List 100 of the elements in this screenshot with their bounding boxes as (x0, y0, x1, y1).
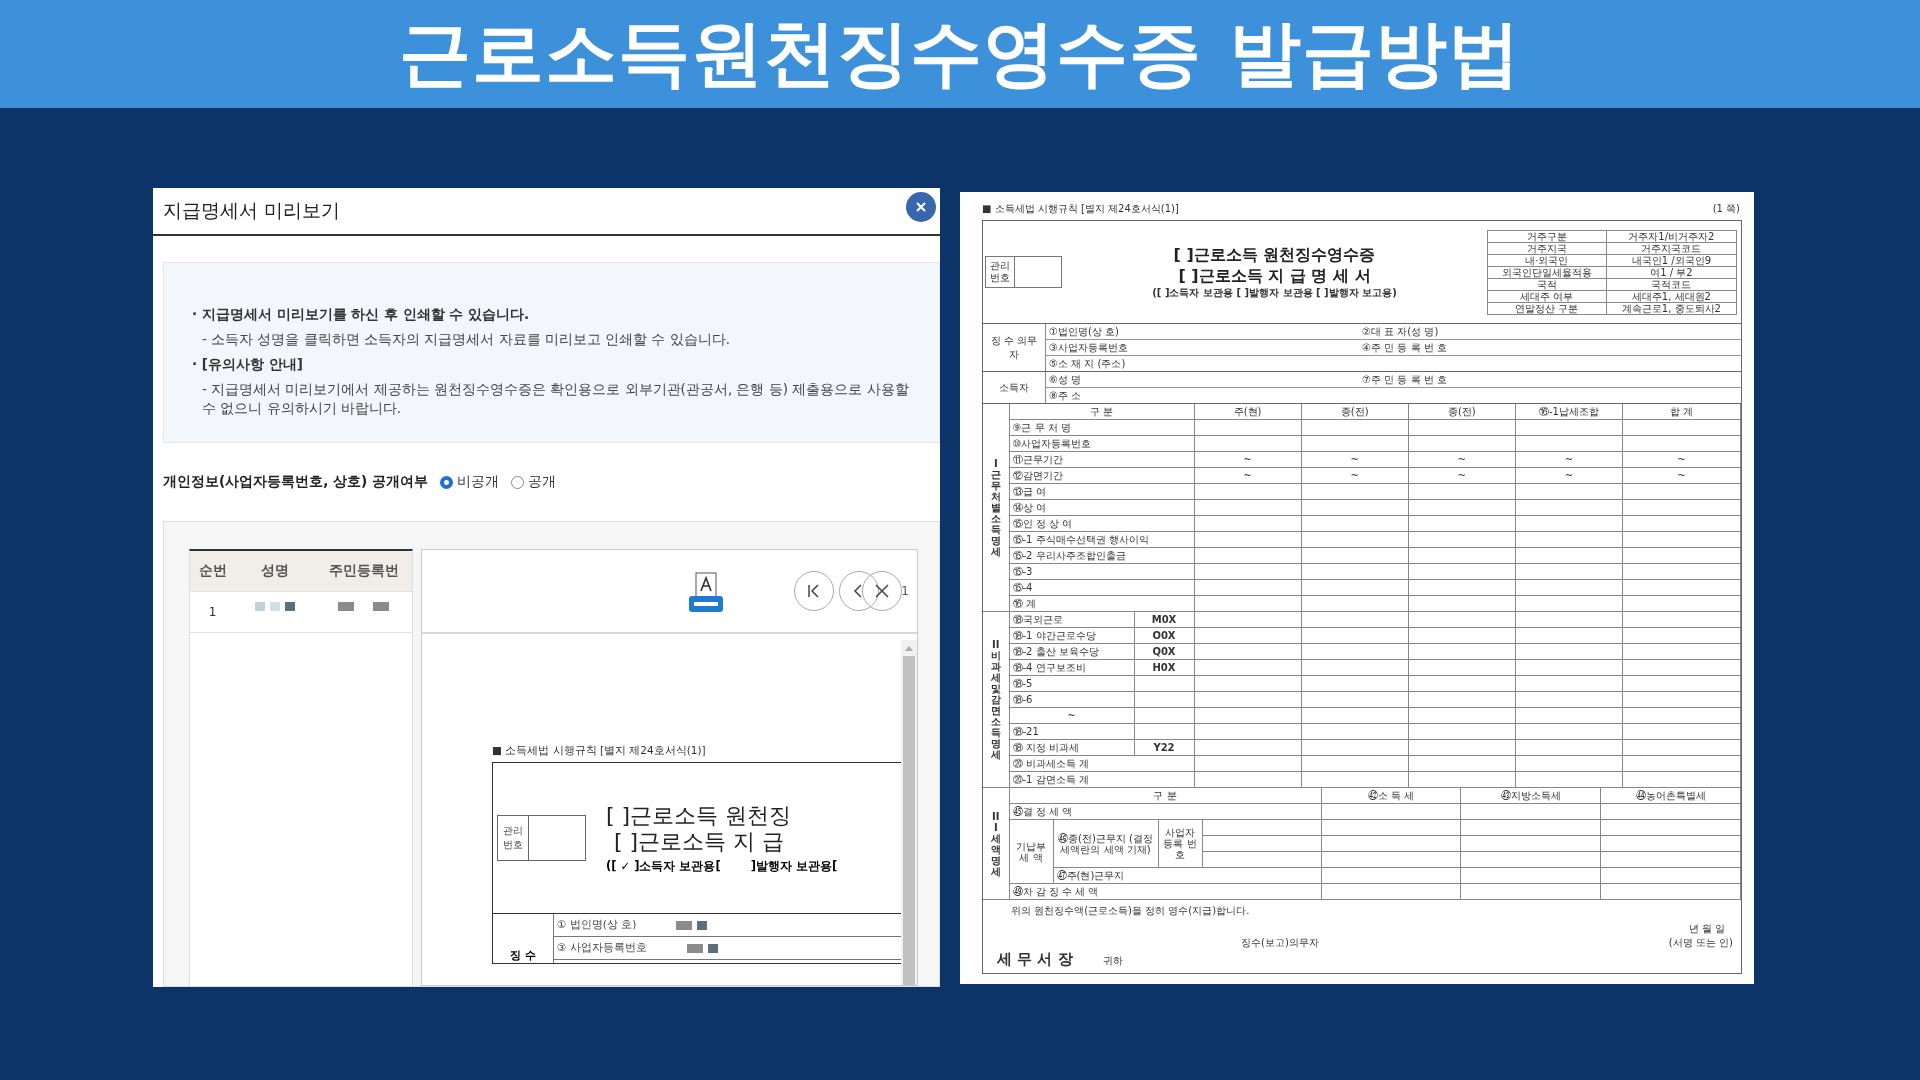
close-icon (915, 201, 927, 213)
column-header: 구 분 (1089, 406, 1114, 417)
residency-value: 국적코드 (1606, 278, 1737, 290)
residency-value: 거주자1/비거주자2 (1606, 230, 1737, 242)
payer-label: 징수(보고)의무자 (1241, 936, 1319, 950)
section-label: I 근무처별소득명세 (990, 458, 1001, 557)
row-label: ⑩사업자등록번호 (1012, 438, 1092, 449)
row-label: 사업자 등록 번호 (1163, 827, 1197, 860)
scroll-thumb[interactable] (903, 656, 915, 985)
row-label: ㊻종(전)근무지 (결정세액란의 세액 기재) (1058, 832, 1153, 855)
table-cell: ~ (1350, 454, 1359, 465)
page-title: 근로소득원천징수영수증 발급방법 (399, 10, 1521, 97)
column-header: 주(현) (1233, 406, 1262, 417)
radio-label: 공개 (527, 473, 556, 491)
row-label: ⑱-2 출산 보육수당 (1012, 646, 1099, 657)
radio-button[interactable] (439, 475, 453, 489)
notice-text: - 소득자 성명을 클릭하면 소득자의 지급명세서 자료를 미리보고 인쇄할 수 있습니다. (201, 330, 732, 349)
table-cell: ~ (1457, 470, 1466, 481)
page-number: 1 (901, 584, 909, 598)
field-label: ⑥성 명 (1048, 372, 1083, 387)
column-header: 순번 (197, 561, 228, 580)
radio-label: 비공개 (456, 473, 499, 491)
field-label: ⑧주 소 (1048, 388, 1083, 403)
section-label: II 비과세및감면소득명세 (990, 639, 1001, 760)
radio-option[interactable]: 비공개 (439, 473, 499, 491)
code-label: Q0X (1152, 646, 1176, 657)
field-label: ③사업자등록번호 (1048, 340, 1129, 355)
tax-office-label: 세 무 서 장 (997, 950, 1073, 969)
residency-value: 계속근로1, 중도퇴사2 (1606, 302, 1737, 314)
row-label: ⑱-1 야간근로수당 (1012, 630, 1096, 641)
radio-option[interactable]: 공개 (510, 473, 556, 491)
honorific-label: 귀하 (1102, 954, 1123, 968)
row-label: ⑱-5 (1012, 678, 1033, 689)
date-label: 년 월 일 (1688, 923, 1725, 934)
table-cell: ~ (1564, 470, 1574, 481)
column-header: 성명 (260, 561, 290, 580)
close-button[interactable] (906, 192, 936, 222)
dialog-title: 지급명세서 미리보기 (163, 198, 341, 223)
field-label: ① 법인명(상 호) (557, 918, 637, 932)
column-header: 종(전) (1340, 406, 1369, 417)
residency-label: 연말정산 구분 (1487, 302, 1607, 314)
table-cell: ~ (1677, 454, 1686, 465)
residency-value: 거주지국코드 (1606, 242, 1737, 254)
field-label: ⑦주 민 등 록 번 호 (1361, 372, 1448, 387)
code-label: O0X (1152, 630, 1176, 641)
code-label: M0X (1151, 614, 1177, 625)
row-label: ⑬급 여 (1012, 486, 1046, 497)
form-label: ■ 소득세법 시행규칙 [별지 제24호서식(1)] (982, 202, 1179, 216)
row-label: ⑪근무기간 (1012, 454, 1063, 465)
residency-value: 여1 / 부2 (1606, 266, 1737, 278)
form-title: [ ]근로소득 지 급 (613, 828, 786, 855)
column-header: ㊸지방소득세 (1500, 790, 1561, 801)
notice-heading: · [유의사항 안내] (192, 355, 304, 374)
confirmation-text: 위의 원천징수액(근로소득)을 정히 영수(지급)합니다. (1011, 904, 1251, 918)
management-label: 관리 번호 (985, 256, 1015, 288)
row-label: ⑮인 정 상 여 (1012, 518, 1073, 529)
residency-label: 거주지국 (1487, 242, 1607, 254)
row-label: ⑱국외근로 (1012, 614, 1063, 625)
residency-label: 내·외국인 (1487, 254, 1607, 266)
column-header: 종(전) (1447, 406, 1476, 417)
residency-label: 거주구분 (1487, 230, 1607, 242)
row-label: ㊾차 감 징 수 세 액 (1012, 886, 1099, 897)
field-label: ④주 민 등 록 번 호 (1361, 340, 1448, 355)
row-label: ㊼주(현)근무지 (1056, 870, 1125, 881)
table-cell: ~ (1350, 470, 1359, 481)
row-label: ⑮-1 주식매수선택권 행사이익 (1012, 534, 1149, 545)
code-label: Y22 (1153, 742, 1175, 753)
row-label: 기납부 세 액 (1016, 840, 1046, 863)
form-title: [ ]근로소득 원천징 (606, 802, 793, 829)
row-label: ⑭상 여 (1012, 502, 1046, 513)
redacted-text (338, 602, 389, 612)
residency-label: 국적 (1487, 278, 1607, 290)
close-icon (874, 583, 891, 599)
column-header: ㊹농어촌특별세 (1635, 790, 1706, 801)
row-label: ⑳-1 감면소득 계 (1012, 774, 1089, 785)
row-label: ⑱-4 연구보조비 (1012, 662, 1086, 673)
field-label: ③ 사업자등록번호 (557, 941, 647, 955)
redacted-text (255, 602, 295, 612)
residency-label: 세대주 여부 (1487, 290, 1607, 302)
row-label: ⑫감면기간 (1012, 470, 1063, 481)
radio-button[interactable] (510, 475, 524, 489)
notice-heading: · 지급명세서 미리보기를 하신 후 인쇄할 수 있습니다. (192, 305, 531, 324)
page-label: (1 쪽) (1712, 202, 1740, 216)
print-icon[interactable] (688, 572, 725, 614)
table-cell: ~ (1243, 470, 1252, 481)
table-cell: ~ (1564, 454, 1574, 465)
column-header: 구 분 (1153, 790, 1177, 801)
form-label: ■ 소득세법 시행규칙 [별지 제24호서식(1)] (492, 744, 707, 758)
row-label: ⑱-21 (1012, 726, 1039, 737)
section-label: III 세액명세 (990, 810, 1001, 877)
residency-label: 외국인단일세율적용 (1487, 266, 1607, 278)
management-field (529, 815, 586, 861)
signature-label: (서명 또는 인) (1668, 936, 1733, 950)
row-label: ⑮-3 (1012, 566, 1033, 577)
scrollbar[interactable] (901, 640, 917, 985)
row-label: ⑳ 비과세소득 계 (1012, 758, 1089, 769)
row-label: ⑱ 지정 비과세 (1012, 742, 1079, 753)
row-label: ⑮-4 (1012, 582, 1033, 593)
scroll-up-icon[interactable] (905, 645, 913, 651)
row-label: ⑨근 무 처 명 (1012, 422, 1071, 433)
